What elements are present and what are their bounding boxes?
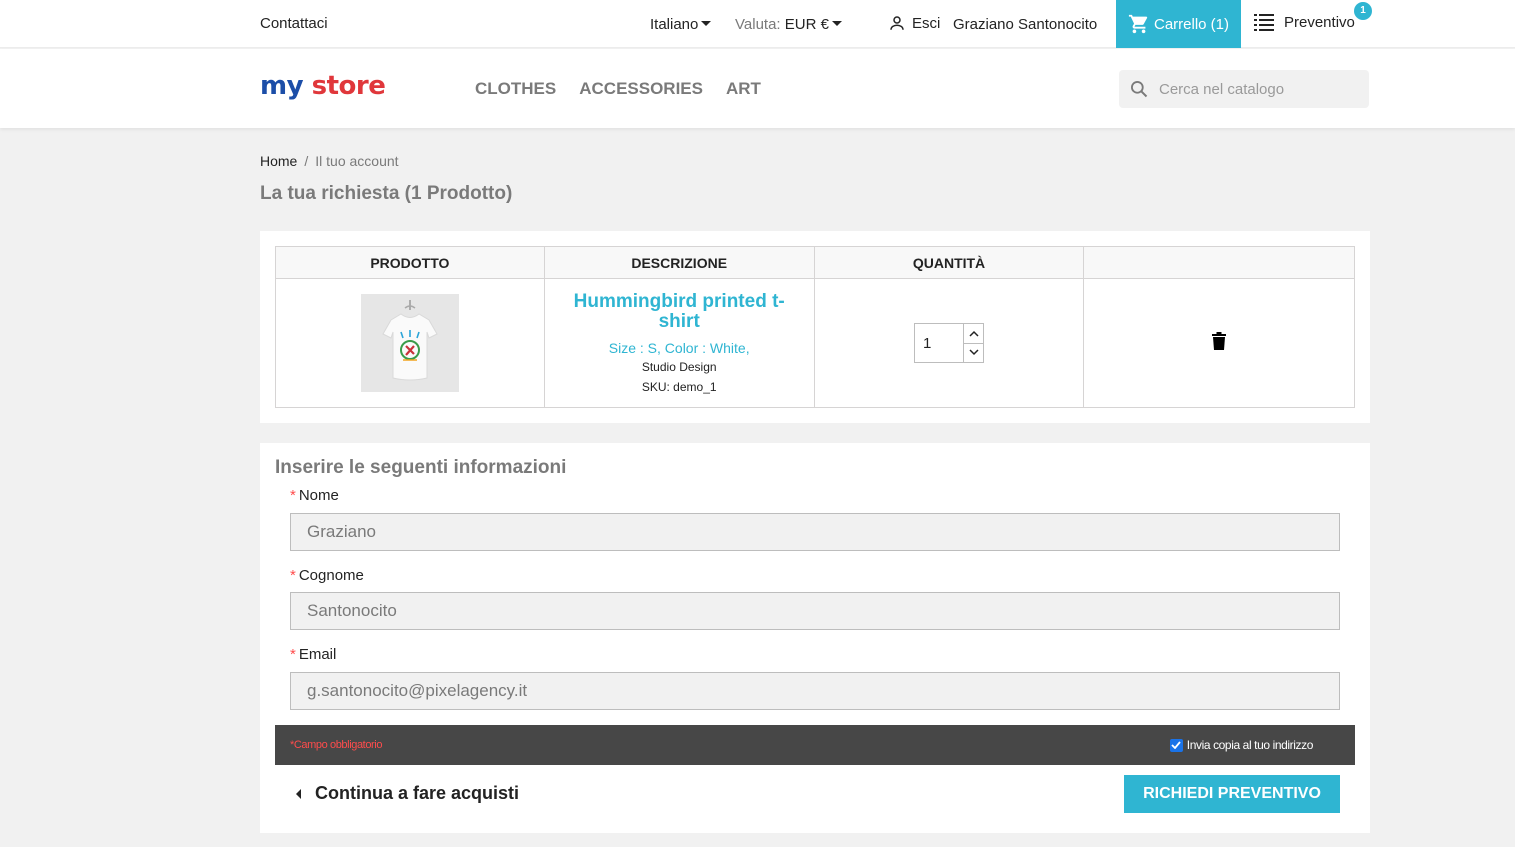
contact-link[interactable]: Contattaci: [260, 15, 328, 32]
search-box: [1119, 70, 1369, 108]
col-header-description: DESCRIZIONE: [543, 246, 815, 279]
shopping-cart-icon: [1128, 14, 1148, 34]
chevron-up-icon: [968, 330, 979, 337]
search-icon[interactable]: [1129, 79, 1149, 99]
col-header-quantity: QUANTITÀ: [813, 246, 1085, 279]
product-card: PRODOTTO DESCRIZIONE QUANTITÀ Hummingbir…: [260, 231, 1370, 423]
cart-label: Carrello (1): [1154, 15, 1230, 33]
product-cell: [275, 278, 545, 408]
col-header-product: PRODOTTO: [275, 246, 545, 279]
remove-product-button[interactable]: [1212, 331, 1227, 355]
search-input[interactable]: [1159, 80, 1349, 98]
product-name-link[interactable]: Hummingbird printed t-shirt: [564, 292, 794, 332]
product-image[interactable]: [360, 294, 459, 392]
quantity-stepper: [914, 323, 985, 363]
continue-shopping-label: Continua a fare acquisti: [315, 783, 520, 803]
quantity-input[interactable]: [915, 324, 964, 362]
breadcrumb-current: Il tuo account: [315, 153, 399, 169]
quote-button[interactable]: Preventivo: [1254, 13, 1355, 31]
top-bar: Contattaci Italiano Valuta: EUR € Esci G…: [0, 0, 1515, 48]
quote-label: Preventivo: [1284, 13, 1355, 31]
first-name-field[interactable]: [290, 513, 1340, 551]
continue-shopping-link[interactable]: Continua a fare acquisti: [296, 783, 519, 804]
currency-selector[interactable]: Valuta: EUR €: [735, 16, 842, 33]
list-icon: [1254, 14, 1274, 31]
cart-button[interactable]: Carrello (1): [1116, 0, 1241, 48]
main-nav: CLOTHES ACCESSORIES ART: [475, 79, 761, 99]
logout-label: Esci: [912, 14, 941, 32]
main-header: my store CLOTHES ACCESSORIES ART: [0, 49, 1515, 128]
nav-art[interactable]: ART: [726, 79, 761, 99]
breadcrumb-home[interactable]: Home: [260, 153, 297, 169]
table-header-row: PRODOTTO DESCRIZIONE QUANTITÀ: [275, 246, 1355, 279]
last-name-field[interactable]: [290, 592, 1340, 630]
trash-icon: [1212, 331, 1227, 350]
description-cell: Hummingbird printed t-shirt Size : S, Co…: [543, 278, 815, 408]
actions-cell: [1083, 278, 1355, 408]
required-mark: *: [290, 567, 296, 584]
quantity-cell: [813, 278, 1085, 408]
send-copy-option[interactable]: Invia copia al tuo indirizzo: [1169, 738, 1314, 752]
request-quote-button[interactable]: RICHIEDI PREVENTIVO: [1124, 775, 1340, 813]
logo-word-2: store: [311, 71, 386, 101]
quantity-decrease-button[interactable]: [964, 344, 983, 363]
request-form: Inserire le seguenti informazioni * Nome …: [260, 443, 1370, 833]
required-mark: *: [290, 487, 296, 504]
send-copy-label: Invia copia al tuo indirizzo: [1186, 738, 1314, 752]
caret-down-icon: [701, 20, 712, 26]
user-icon: [890, 16, 904, 30]
checkmark-icon: [1171, 741, 1181, 749]
col-header-actions: [1083, 246, 1355, 279]
product-table: PRODOTTO DESCRIZIONE QUANTITÀ Hummingbir…: [275, 246, 1355, 408]
quantity-increase-button[interactable]: [964, 324, 984, 344]
chevron-down-icon: [968, 349, 979, 356]
breadcrumb-separator: /: [304, 153, 309, 169]
caret-down-icon: [831, 20, 842, 26]
required-mark: *: [290, 646, 296, 663]
product-brand: Studio Design: [641, 360, 717, 374]
nav-clothes[interactable]: CLOTHES: [475, 79, 556, 99]
product-sku: SKU: demo_1: [641, 380, 717, 394]
form-options-bar: *Campo obbligatorio Invia copia al tuo i…: [275, 725, 1355, 765]
store-logo[interactable]: my store: [260, 71, 386, 101]
currency-label: Valuta:: [735, 16, 781, 33]
logo-word-1: my: [260, 71, 304, 101]
account-name-link[interactable]: Graziano Santonocito: [953, 16, 1097, 33]
first-name-label: * Nome: [290, 487, 339, 504]
language-label: Italiano: [650, 16, 699, 33]
nav-accessories[interactable]: ACCESSORIES: [579, 79, 703, 99]
required-field-note: *Campo obbligatorio: [290, 739, 383, 751]
language-selector[interactable]: Italiano: [650, 16, 712, 33]
send-copy-checkbox[interactable]: [1169, 738, 1183, 752]
page-title: La tua richiesta (1 Prodotto): [260, 183, 513, 204]
form-title: Inserire le seguenti informazioni: [275, 457, 567, 478]
last-name-label: * Cognome: [290, 567, 364, 584]
breadcrumb: Home / Il tuo account: [260, 153, 399, 169]
caret-left-icon: [296, 788, 301, 799]
email-field[interactable]: [290, 672, 1340, 710]
email-label: * Email: [290, 646, 337, 663]
product-attributes: Size : S, Color : White,: [608, 340, 750, 356]
quote-count-badge: 1: [1354, 2, 1372, 20]
table-row: Hummingbird printed t-shirt Size : S, Co…: [275, 278, 1355, 408]
logout-link[interactable]: Esci: [888, 14, 940, 32]
currency-value: EUR €: [784, 16, 829, 33]
